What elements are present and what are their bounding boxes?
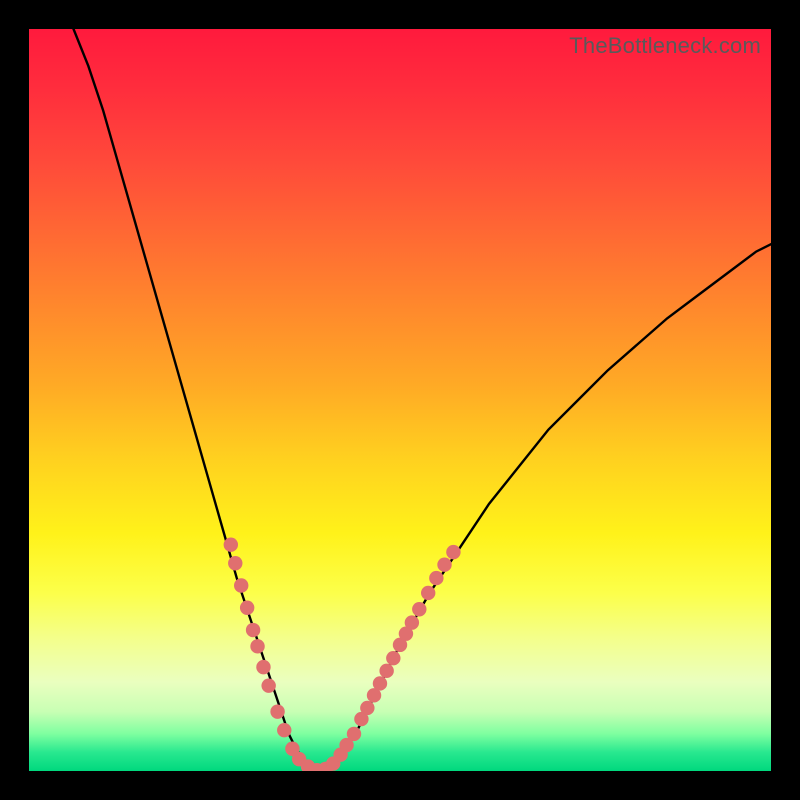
curve-marker bbox=[246, 623, 260, 637]
curve-marker bbox=[412, 602, 426, 616]
curve-marker bbox=[347, 727, 361, 741]
curve-marker bbox=[373, 676, 387, 690]
curve-marker bbox=[379, 664, 393, 678]
curve-marker bbox=[234, 578, 248, 592]
plot-area: TheBottleneck.com bbox=[29, 29, 771, 771]
curve-marker bbox=[270, 704, 284, 718]
curve-marker bbox=[437, 558, 451, 572]
curve-marker bbox=[224, 537, 238, 551]
curve-marker bbox=[429, 571, 443, 585]
curve-markers bbox=[224, 537, 461, 771]
chart-svg bbox=[29, 29, 771, 771]
curve-marker bbox=[250, 639, 264, 653]
curve-marker bbox=[228, 556, 242, 570]
curve-marker bbox=[277, 723, 291, 737]
curve-marker bbox=[405, 615, 419, 629]
curve-marker bbox=[386, 651, 400, 665]
curve-marker bbox=[240, 601, 254, 615]
curve-marker bbox=[261, 678, 275, 692]
curve-marker bbox=[360, 701, 374, 715]
curve-marker bbox=[256, 660, 270, 674]
curve-marker bbox=[446, 545, 460, 559]
bottleneck-curve bbox=[74, 29, 771, 771]
curve-marker bbox=[421, 586, 435, 600]
chart-frame: TheBottleneck.com bbox=[0, 0, 800, 800]
